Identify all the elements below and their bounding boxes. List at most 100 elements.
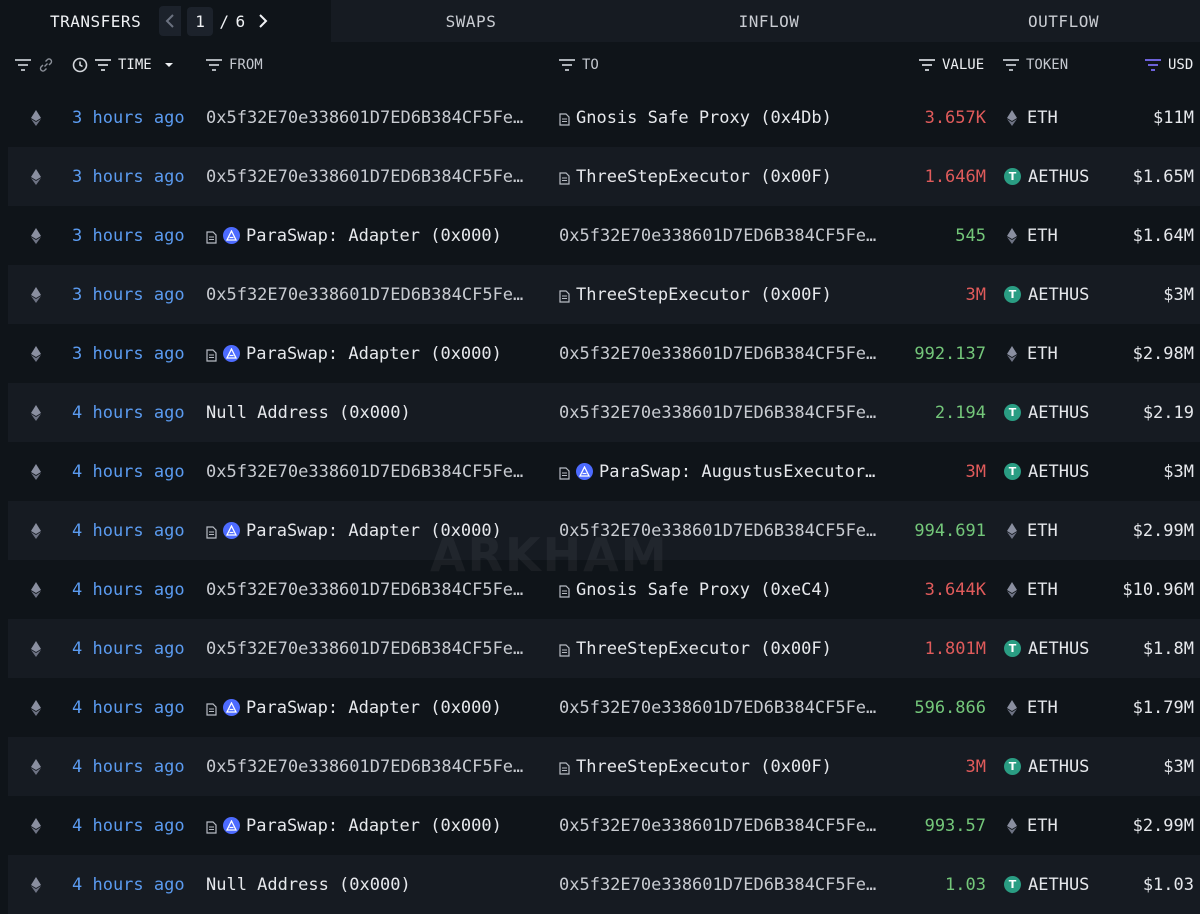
token-cell[interactable]: ETH — [1004, 88, 1058, 147]
from-cell[interactable]: 0x5f32E70e338601D7ED6B384CF5Fe… — [206, 619, 523, 678]
table-row[interactable]: 3 hours ago 0x5f32E70e338601D7ED6B384CF5F… — [0, 88, 1200, 147]
header-from[interactable]: FROM — [205, 42, 263, 88]
header-filter-link[interactable] — [14, 42, 54, 88]
from-cell[interactable]: Null Address (0x000) — [206, 383, 411, 442]
from-label[interactable]: 0x5f32E70e338601D7ED6B384CF5Fe… — [206, 108, 523, 128]
from-label[interactable]: Null Address (0x000) — [206, 875, 411, 895]
filter-icon[interactable] — [1002, 58, 1020, 72]
token-cell[interactable]: ETH — [1004, 560, 1058, 619]
from-label[interactable]: 0x5f32E70e338601D7ED6B384CF5Fe… — [206, 462, 523, 482]
header-value[interactable]: VALUE — [918, 42, 984, 88]
to-label[interactable]: 0x5f32E70e338601D7ED6B384CF5Fe… — [559, 816, 876, 836]
time-cell[interactable]: 4 hours ago — [72, 560, 185, 619]
token-cell[interactable]: ETH — [1004, 678, 1058, 737]
time-cell[interactable]: 4 hours ago — [72, 442, 185, 501]
token-cell[interactable]: T AETHUS — [1004, 147, 1089, 206]
chevron-left-icon[interactable] — [159, 6, 182, 36]
token-cell[interactable]: T AETHUS — [1004, 265, 1089, 324]
token-cell[interactable]: T AETHUS — [1004, 855, 1089, 914]
time-cell[interactable]: 3 hours ago — [72, 147, 185, 206]
to-cell[interactable]: 0x5f32E70e338601D7ED6B384CF5Fe… — [559, 383, 876, 442]
to-cell[interactable]: 0x5f32E70e338601D7ED6B384CF5Fe… — [559, 501, 876, 560]
to-cell[interactable]: ThreeStepExecutor (0x00F) — [559, 265, 832, 324]
filter-icon[interactable] — [14, 58, 32, 72]
to-cell[interactable]: ThreeStepExecutor (0x00F) — [559, 147, 832, 206]
token-cell[interactable]: ETH — [1004, 206, 1058, 265]
from-label[interactable]: 0x5f32E70e338601D7ED6B384CF5Fe… — [206, 285, 523, 305]
to-label[interactable]: 0x5f32E70e338601D7ED6B384CF5Fe… — [559, 344, 876, 364]
table-row[interactable]: 4 hours ago 0x5f32E70e338601D7ED6B384CF5F… — [8, 737, 1200, 796]
header-time[interactable]: TIME — [72, 42, 176, 88]
time-cell[interactable]: 3 hours ago — [72, 206, 185, 265]
table-row[interactable]: 4 hours ago Null Address (0x000) 0x5f32E70… — [8, 855, 1200, 914]
from-label[interactable]: ParaSwap: Adapter (0x000) — [246, 344, 502, 364]
token-cell[interactable]: T AETHUS — [1004, 737, 1089, 796]
to-cell[interactable]: 0x5f32E70e338601D7ED6B384CF5Fe… — [559, 678, 876, 737]
from-label[interactable]: Null Address (0x000) — [206, 403, 411, 423]
from-cell[interactable]: ParaSwap: Adapter (0x000) — [206, 324, 502, 383]
time-cell[interactable]: 3 hours ago — [72, 324, 185, 383]
from-cell[interactable]: 0x5f32E70e338601D7ED6B384CF5Fe… — [206, 265, 523, 324]
table-row[interactable]: 4 hours ago Null Address (0x000) 0x5f32E70… — [8, 383, 1200, 442]
tab-swaps[interactable]: SWAPS — [331, 0, 611, 42]
to-cell[interactable]: Gnosis Safe Proxy (0x4Db) — [559, 88, 832, 147]
from-cell[interactable]: ParaSwap: Adapter (0x000) — [206, 796, 502, 855]
token-cell[interactable]: ETH — [1004, 324, 1058, 383]
to-label[interactable]: 0x5f32E70e338601D7ED6B384CF5Fe… — [559, 226, 876, 246]
from-cell[interactable]: Null Address (0x000) — [206, 855, 411, 914]
table-row[interactable]: 4 hours ago 0x5f32E70e338601D7ED6B384CF5F… — [8, 619, 1200, 678]
from-label[interactable]: 0x5f32E70e338601D7ED6B384CF5Fe… — [206, 167, 523, 187]
to-cell[interactable]: 0x5f32E70e338601D7ED6B384CF5Fe… — [559, 796, 876, 855]
from-label[interactable]: ParaSwap: Adapter (0x000) — [246, 698, 502, 718]
time-cell[interactable]: 4 hours ago — [72, 796, 185, 855]
chevron-right-icon[interactable] — [252, 6, 274, 36]
table-row[interactable]: 3 hours ago 0x5f32E70e338601D7ED6B384CF5F… — [8, 265, 1200, 324]
table-row[interactable]: 4 hours ago ParaSwap: Adapter (0x000) 0x5f… — [0, 796, 1200, 855]
from-cell[interactable]: 0x5f32E70e338601D7ED6B384CF5Fe… — [206, 88, 523, 147]
to-label[interactable]: 0x5f32E70e338601D7ED6B384CF5Fe… — [559, 698, 876, 718]
time-cell[interactable]: 4 hours ago — [72, 383, 185, 442]
time-cell[interactable]: 4 hours ago — [72, 678, 185, 737]
from-label[interactable]: ParaSwap: Adapter (0x000) — [246, 521, 502, 541]
tab-outflow[interactable]: OUTFLOW — [927, 0, 1200, 42]
to-cell[interactable]: 0x5f32E70e338601D7ED6B384CF5Fe… — [559, 855, 876, 914]
from-cell[interactable]: ParaSwap: Adapter (0x000) — [206, 206, 502, 265]
to-cell[interactable]: ThreeStepExecutor (0x00F) — [559, 737, 832, 796]
from-cell[interactable]: ParaSwap: Adapter (0x000) — [206, 501, 502, 560]
filter-icon[interactable] — [1144, 58, 1162, 72]
time-cell[interactable]: 4 hours ago — [72, 855, 185, 914]
filter-icon[interactable] — [205, 58, 223, 72]
to-label[interactable]: Gnosis Safe Proxy (0xeC4) — [576, 580, 832, 600]
table-row[interactable]: 4 hours ago 0x5f32E70e338601D7ED6B384CF5F… — [0, 442, 1200, 501]
to-label[interactable]: 0x5f32E70e338601D7ED6B384CF5Fe… — [559, 875, 876, 895]
from-cell[interactable]: 0x5f32E70e338601D7ED6B384CF5Fe… — [206, 560, 523, 619]
token-cell[interactable]: ETH — [1004, 501, 1058, 560]
token-cell[interactable]: ETH — [1004, 796, 1058, 855]
from-cell[interactable]: 0x5f32E70e338601D7ED6B384CF5Fe… — [206, 147, 523, 206]
to-cell[interactable]: ThreeStepExecutor (0x00F) — [559, 619, 832, 678]
to-cell[interactable]: Gnosis Safe Proxy (0xeC4) — [559, 560, 832, 619]
to-label[interactable]: 0x5f32E70e338601D7ED6B384CF5Fe… — [559, 521, 876, 541]
time-cell[interactable]: 3 hours ago — [72, 88, 185, 147]
time-cell[interactable]: 4 hours ago — [72, 619, 185, 678]
link-icon[interactable] — [38, 57, 54, 73]
token-cell[interactable]: T AETHUS — [1004, 383, 1089, 442]
tab-transfers[interactable]: TRANSFERS 1 / 6 — [0, 0, 331, 42]
from-label[interactable]: ParaSwap: Adapter (0x000) — [246, 816, 502, 836]
from-label[interactable]: 0x5f32E70e338601D7ED6B384CF5Fe… — [206, 757, 523, 777]
token-cell[interactable]: T AETHUS — [1004, 619, 1089, 678]
table-row[interactable]: 4 hours ago ParaSwap: Adapter (0x000) 0x5f… — [8, 501, 1200, 560]
from-cell[interactable]: ParaSwap: Adapter (0x000) — [206, 678, 502, 737]
table-row[interactable]: 4 hours ago 0x5f32E70e338601D7ED6B384CF5F… — [0, 560, 1200, 619]
filter-icon[interactable] — [918, 58, 936, 72]
tab-inflow[interactable]: INFLOW — [611, 0, 927, 42]
time-cell[interactable]: 4 hours ago — [72, 501, 185, 560]
to-cell[interactable]: 0x5f32E70e338601D7ED6B384CF5Fe… — [559, 206, 876, 265]
header-token[interactable]: TOKEN — [1002, 42, 1068, 88]
to-label[interactable]: 0x5f32E70e338601D7ED6B384CF5Fe… — [559, 403, 876, 423]
to-label[interactable]: ThreeStepExecutor (0x00F) — [576, 757, 832, 777]
time-cell[interactable]: 4 hours ago — [72, 737, 185, 796]
header-to[interactable]: TO — [558, 42, 599, 88]
from-label[interactable]: ParaSwap: Adapter (0x000) — [246, 226, 502, 246]
table-row[interactable]: 3 hours ago ParaSwap: Adapter (0x000) 0x5f… — [0, 206, 1200, 265]
